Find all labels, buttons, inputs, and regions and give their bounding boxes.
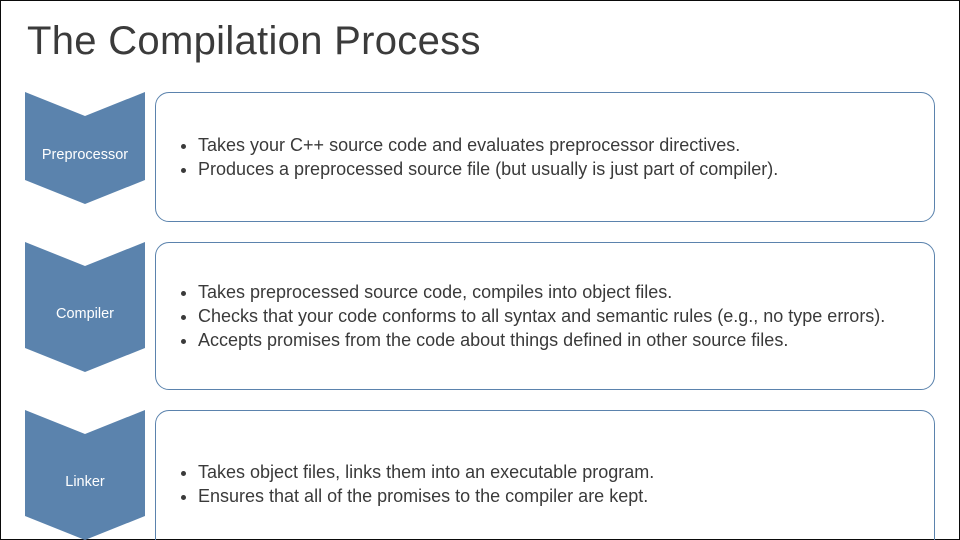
bullet-item: Ensures that all of the promises to the … — [198, 484, 654, 508]
stage-description-box: Takes preprocessed source code, compiles… — [155, 242, 935, 390]
chevron-down-icon — [25, 516, 145, 540]
chevron-down-icon — [25, 180, 145, 204]
stage-label: Preprocessor — [42, 133, 128, 163]
chevron-down-icon — [25, 410, 145, 434]
bullet-list: Takes object files, links them into an e… — [176, 460, 654, 509]
bullet-item: Takes your C++ source code and evaluates… — [198, 133, 778, 157]
chevron-down-icon — [25, 92, 145, 116]
chevron-down-icon — [25, 348, 145, 372]
stage-linker: Linker Takes object files, links them in… — [25, 410, 935, 540]
stage-description-box: Takes object files, links them into an e… — [155, 410, 935, 540]
stage-label: Compiler — [56, 292, 114, 322]
chevron-linker: Linker — [25, 410, 145, 540]
bullet-list: Takes preprocessed source code, compiles… — [176, 280, 885, 353]
chevron-down-icon — [25, 242, 145, 266]
stage-label: Linker — [65, 460, 105, 490]
bullet-item: Produces a preprocessed source file (but… — [198, 157, 778, 181]
bullet-item: Checks that your code conforms to all sy… — [198, 304, 885, 328]
stage-compiler: Compiler Takes preprocessed source code,… — [25, 242, 935, 390]
bullet-item: Takes object files, links them into an e… — [198, 460, 654, 484]
chevron-preprocessor: Preprocessor — [25, 92, 145, 204]
stage-description-box: Takes your C++ source code and evaluates… — [155, 92, 935, 222]
slide: The Compilation Process Preprocessor Tak… — [0, 0, 960, 540]
chevron-compiler: Compiler — [25, 242, 145, 372]
bullet-item: Takes preprocessed source code, compiles… — [198, 280, 885, 304]
bullet-item: Accepts promises from the code about thi… — [198, 328, 885, 352]
stage-preprocessor: Preprocessor Takes your C++ source code … — [25, 92, 935, 222]
slide-title: The Compilation Process — [27, 19, 935, 64]
bullet-list: Takes your C++ source code and evaluates… — [176, 133, 778, 182]
